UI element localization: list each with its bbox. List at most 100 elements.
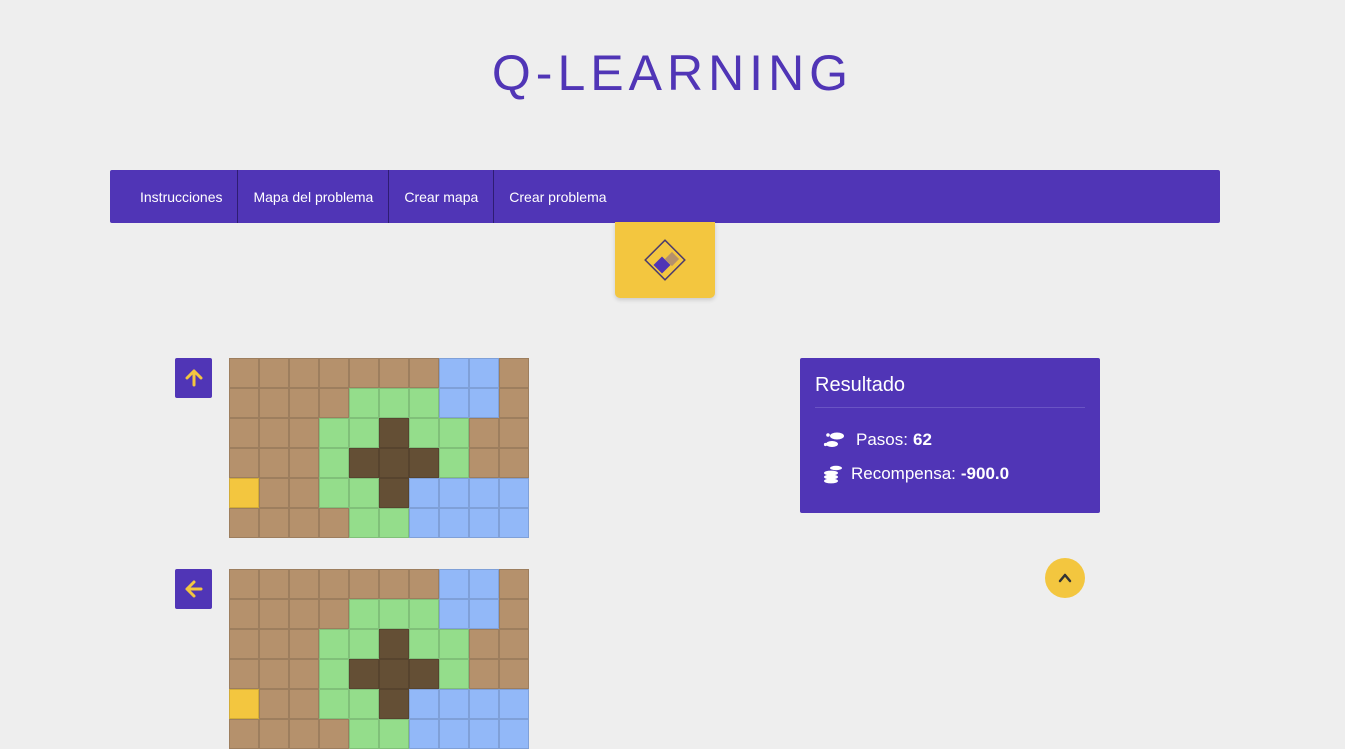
map-cell-water <box>439 599 469 629</box>
map-cell-sand <box>229 659 259 689</box>
map-cell-sand <box>289 508 319 538</box>
logo[interactable] <box>615 222 715 298</box>
map-cell-sand <box>469 659 499 689</box>
map-cell-sand <box>379 358 409 388</box>
map-cell-grass <box>409 418 439 448</box>
nav-item-mapa-del-problema[interactable]: Mapa del problema <box>238 170 390 223</box>
map-cell-sand <box>259 689 289 719</box>
map-cell-water <box>409 478 439 508</box>
map-cell-water <box>469 478 499 508</box>
map-cell-sand <box>409 358 439 388</box>
map-cell-sand <box>289 478 319 508</box>
map-cell-sand <box>229 629 259 659</box>
result-card: Resultado Pasos: 62 Recompensa: -900.0 <box>800 358 1100 513</box>
map-cell-sand <box>379 569 409 599</box>
map-cell-water <box>439 478 469 508</box>
arrow-left-icon <box>185 580 202 598</box>
map-cell-sand <box>229 599 259 629</box>
map-cell-grass <box>319 448 349 478</box>
map-cell-sand <box>259 508 289 538</box>
map-cell-water <box>439 689 469 719</box>
nav-item-crear-problema[interactable]: Crear problema <box>494 170 621 223</box>
map-cell-sand <box>349 358 379 388</box>
map-cell-sand <box>499 448 529 478</box>
map-cell-water <box>499 508 529 538</box>
map-cell-agent <box>229 478 259 508</box>
map-cell-sand <box>499 659 529 689</box>
result-title: Resultado <box>815 374 1085 408</box>
map-cell-sand <box>259 569 289 599</box>
map-cell-sand <box>259 719 289 749</box>
map-cell-sand <box>469 448 499 478</box>
map-cell-sand <box>289 448 319 478</box>
steps-result: Pasos: 62 <box>823 430 1085 450</box>
footprints-icon <box>823 432 844 447</box>
map-cell-water <box>469 388 499 418</box>
map-cell-dirt <box>379 689 409 719</box>
map-cell-sand <box>289 388 319 418</box>
map-cell-sand <box>499 599 529 629</box>
nav-item-instrucciones[interactable]: Instrucciones <box>125 170 239 223</box>
map-cell-sand <box>259 418 289 448</box>
arrow-up-icon <box>185 369 202 387</box>
map-cell-grass <box>409 629 439 659</box>
map-cell-water <box>469 569 499 599</box>
map-cell-sand <box>229 448 259 478</box>
map-cell-sand <box>319 599 349 629</box>
scroll-top-button[interactable] <box>1045 558 1085 598</box>
map-cell-sand <box>289 569 319 599</box>
map-cell-grass <box>439 448 469 478</box>
map-cell-water <box>409 689 439 719</box>
map-cell-sand <box>319 569 349 599</box>
move-left-button[interactable] <box>175 569 212 609</box>
map-cell-water <box>469 358 499 388</box>
map-cell-grass <box>349 689 379 719</box>
map-cell-sand <box>469 418 499 448</box>
move-up-button[interactable] <box>175 358 212 398</box>
map-cell-water <box>499 478 529 508</box>
map-grid <box>229 358 529 538</box>
map-cell-dirt <box>349 659 379 689</box>
nav-item-crear-mapa[interactable]: Crear mapa <box>389 170 495 223</box>
map-cell-dirt <box>379 478 409 508</box>
map-cell-sand <box>289 719 319 749</box>
map-cell-grass <box>319 659 349 689</box>
map-cell-grass <box>379 599 409 629</box>
chevron-up-icon <box>1058 573 1072 583</box>
reward-value: -900.0 <box>960 464 1010 483</box>
map-cell-water <box>439 358 469 388</box>
map-cell-grass <box>349 508 379 538</box>
map-cell-sand <box>499 358 529 388</box>
map-cell-sand <box>289 599 319 629</box>
map-cell-water <box>499 719 529 749</box>
map-cell-dirt <box>379 418 409 448</box>
map-cell-sand <box>499 569 529 599</box>
map-cell-water <box>439 719 469 749</box>
diamond-check-logo-icon <box>644 239 686 281</box>
map-cell-grass <box>349 719 379 749</box>
map-cell-sand <box>319 388 349 418</box>
map-cell-sand <box>349 569 379 599</box>
map-cell-sand <box>469 629 499 659</box>
map-cell-sand <box>289 659 319 689</box>
map-cell-sand <box>499 388 529 418</box>
map-cell-water <box>469 719 499 749</box>
map-cell-grass <box>379 388 409 418</box>
page-title: Q-LEARNING <box>491 45 854 101</box>
map-cell-sand <box>319 358 349 388</box>
map-cell-sand <box>259 659 289 689</box>
map-cell-sand <box>259 388 289 418</box>
map-cell-grass <box>319 478 349 508</box>
map-cell-sand <box>319 508 349 538</box>
map-cell-grass <box>319 629 349 659</box>
map-cell-grass <box>409 599 439 629</box>
map-cell-grass <box>439 659 469 689</box>
map-cell-grass <box>379 719 409 749</box>
map-cell-sand <box>499 629 529 659</box>
steps-value: 62 <box>912 430 932 449</box>
map-cell-sand <box>229 358 259 388</box>
map-cell-grass <box>439 629 469 659</box>
map-cell-sand <box>259 629 289 659</box>
reward-result: Recompensa: -900.0 <box>823 464 1085 484</box>
map-cell-sand <box>289 689 319 719</box>
